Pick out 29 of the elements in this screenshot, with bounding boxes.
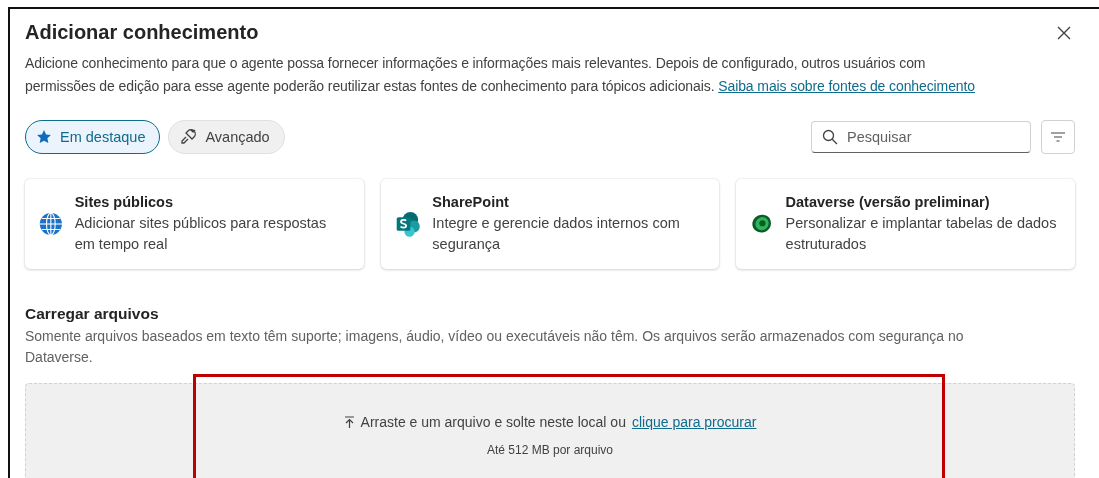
card-title: Sites públicos <box>74 193 174 210</box>
sharepoint-logo-icon <box>394 209 421 239</box>
drop-instruction: Arraste e um arquivo e solte neste local ou <box>360 414 626 430</box>
filter-tab[interactable]: Avançado <box>168 120 285 154</box>
card-description: Adicionar sites públicos para respostas em tempo real <box>74 213 328 254</box>
star-icon <box>36 129 52 145</box>
file-drop-zone[interactable]: Arraste e um arquivo e solte neste local ou clique para procurar Até 512 MB por arquivo <box>25 383 1075 478</box>
dialog-title: Adicionar conhecimento <box>25 21 259 44</box>
dialog-description: Adicione conhecimento para que o agente possa fornecer informações e informações mais relevantes. Depois de configurado, outros usuários com permissões de edição para esse agente poderão reutilizar estas fontes de conhecimento para tópicos adicionais. Saiba mais sobre fontes de conhecimento <box>25 54 977 96</box>
plug-icon <box>179 128 198 146</box>
knowledge-source-card[interactable]: SharePoint Integre e gerencie dados internos com segurança <box>380 179 720 269</box>
close-icon <box>1057 25 1071 40</box>
filter-icon <box>1051 132 1065 142</box>
section-description: Somente arquivos baseados em texto têm suporte; imagens, áudio, vídeo ou executáveis não têm. Os arquivos serão armazenados com segurança no Dataverse. <box>25 327 965 367</box>
learn-more-link[interactable]: Saiba mais sobre fontes de conhecimento <box>718 78 976 94</box>
size-limit-text: Até 512 MB por arquivo <box>486 443 614 457</box>
filter-tab[interactable]: Em destaque <box>25 120 161 154</box>
knowledge-source-card[interactable]: Sites públicos Adicionar sites públicos para respostas em tempo real <box>25 179 364 269</box>
browse-link[interactable]: clique para procurar <box>631 414 757 430</box>
search-field[interactable]: Pesquisar <box>811 121 1031 153</box>
search-icon <box>822 129 838 145</box>
card-title: SharePoint <box>432 193 510 210</box>
filter-button[interactable] <box>1041 120 1075 154</box>
card-description: Integre e gerencie dados internos com segurança <box>432 213 681 254</box>
card-description: Personalizar e implantar tabelas de dados estruturados <box>785 213 1058 254</box>
section-title: Carregar arquivos <box>25 305 160 323</box>
upload-icon <box>343 415 355 429</box>
card-title: Dataverse (versão preliminar) <box>785 193 991 210</box>
knowledge-source-card[interactable]: Dataverse (versão preliminar) Personalizar e implantar tabelas de dados estruturados <box>736 179 1075 269</box>
